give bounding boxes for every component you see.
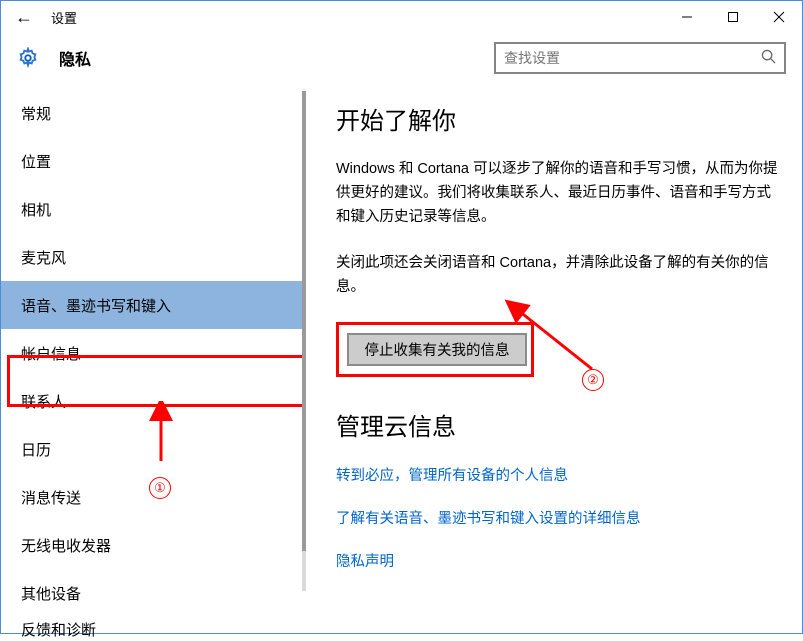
- heading-get-to-know-you: 开始了解你: [336, 101, 778, 136]
- link-bing-manage[interactable]: 转到必应，管理所有设备的个人信息: [336, 464, 778, 485]
- sidebar-item-label: 相机: [21, 199, 51, 220]
- sidebar-item-label: 其他设备: [21, 583, 81, 604]
- sidebar-item-label: 联系人: [21, 391, 66, 412]
- maximize-icon: [727, 11, 739, 23]
- sidebar-item-microphone[interactable]: 麦克风: [1, 233, 306, 281]
- search-icon: [761, 49, 776, 68]
- sidebar-item-account-info[interactable]: 帐户信息: [1, 329, 306, 377]
- search-input[interactable]: [504, 50, 761, 66]
- sidebar-item-label: 常规: [21, 103, 51, 124]
- heading-manage-cloud-info: 管理云信息: [336, 407, 778, 442]
- content-pane: 开始了解你 Windows 和 Cortana 可以逐步了解你的语音和手写习惯，…: [306, 81, 802, 635]
- sidebar-item-label: 帐户信息: [21, 343, 81, 364]
- description-para-1: Windows 和 Cortana 可以逐步了解你的语音和手写习惯，从而为你提供…: [336, 158, 778, 230]
- minimize-button[interactable]: [664, 3, 710, 31]
- sidebar-item-camera[interactable]: 相机: [1, 185, 306, 233]
- arrow-left-icon: ←: [15, 7, 33, 28]
- annotation-mark-2: ②: [582, 369, 604, 391]
- sidebar-item-label: 位置: [21, 151, 51, 172]
- sidebar: 常规 位置 相机 麦克风 语音、墨迹书写和键入 帐户信息 联系人 日历 消息传送…: [1, 81, 306, 635]
- minimize-icon: [681, 11, 693, 23]
- link-privacy-statement[interactable]: 隐私声明: [336, 550, 778, 571]
- link-learn-more[interactable]: 了解有关语音、墨迹书写和键入设置的详细信息: [336, 507, 778, 528]
- sidebar-item-other-devices[interactable]: 其他设备: [1, 569, 306, 617]
- sidebar-item-label: 无线电收发器: [21, 535, 111, 556]
- sidebar-item-label: 反馈和诊断: [21, 619, 96, 640]
- sidebar-item-general[interactable]: 常规: [1, 89, 306, 137]
- close-icon: [773, 11, 785, 23]
- sidebar-item-radios[interactable]: 无线电收发器: [1, 521, 306, 569]
- body: 常规 位置 相机 麦克风 语音、墨迹书写和键入 帐户信息 联系人 日历 消息传送…: [1, 81, 802, 635]
- window-title: 设置: [51, 8, 77, 27]
- sidebar-item-label: 消息传送: [21, 487, 81, 508]
- sidebar-item-calendar[interactable]: 日历: [1, 425, 306, 473]
- page-title: 隐私: [59, 46, 91, 70]
- sidebar-item-label: 麦克风: [21, 247, 66, 268]
- sidebar-item-messaging[interactable]: 消息传送: [1, 473, 306, 521]
- sidebar-item-contacts[interactable]: 联系人: [1, 377, 306, 425]
- sidebar-item-speech-ink-typing[interactable]: 语音、墨迹书写和键入: [1, 281, 306, 329]
- sidebar-item-location[interactable]: 位置: [1, 137, 306, 185]
- maximize-button[interactable]: [710, 3, 756, 31]
- stop-collecting-button[interactable]: 停止收集有关我的信息: [347, 333, 527, 366]
- sidebar-item-feedback[interactable]: 反馈和诊断: [1, 617, 306, 641]
- title-bar: ← 设置: [1, 1, 802, 33]
- gear-icon: [17, 47, 39, 69]
- annotation-box-2: 停止收集有关我的信息: [336, 322, 534, 377]
- back-button[interactable]: ←: [11, 4, 37, 30]
- sidebar-item-label: 日历: [21, 439, 51, 460]
- sidebar-item-label: 语音、墨迹书写和键入: [21, 295, 171, 316]
- window-controls: [664, 3, 802, 31]
- close-button[interactable]: [756, 3, 802, 31]
- description-para-2: 关闭此项还会关闭语音和 Cortana，并清除此设备了解的有关你的信息。: [336, 252, 778, 300]
- header-row: 隐私: [1, 35, 802, 81]
- search-box[interactable]: [494, 42, 786, 74]
